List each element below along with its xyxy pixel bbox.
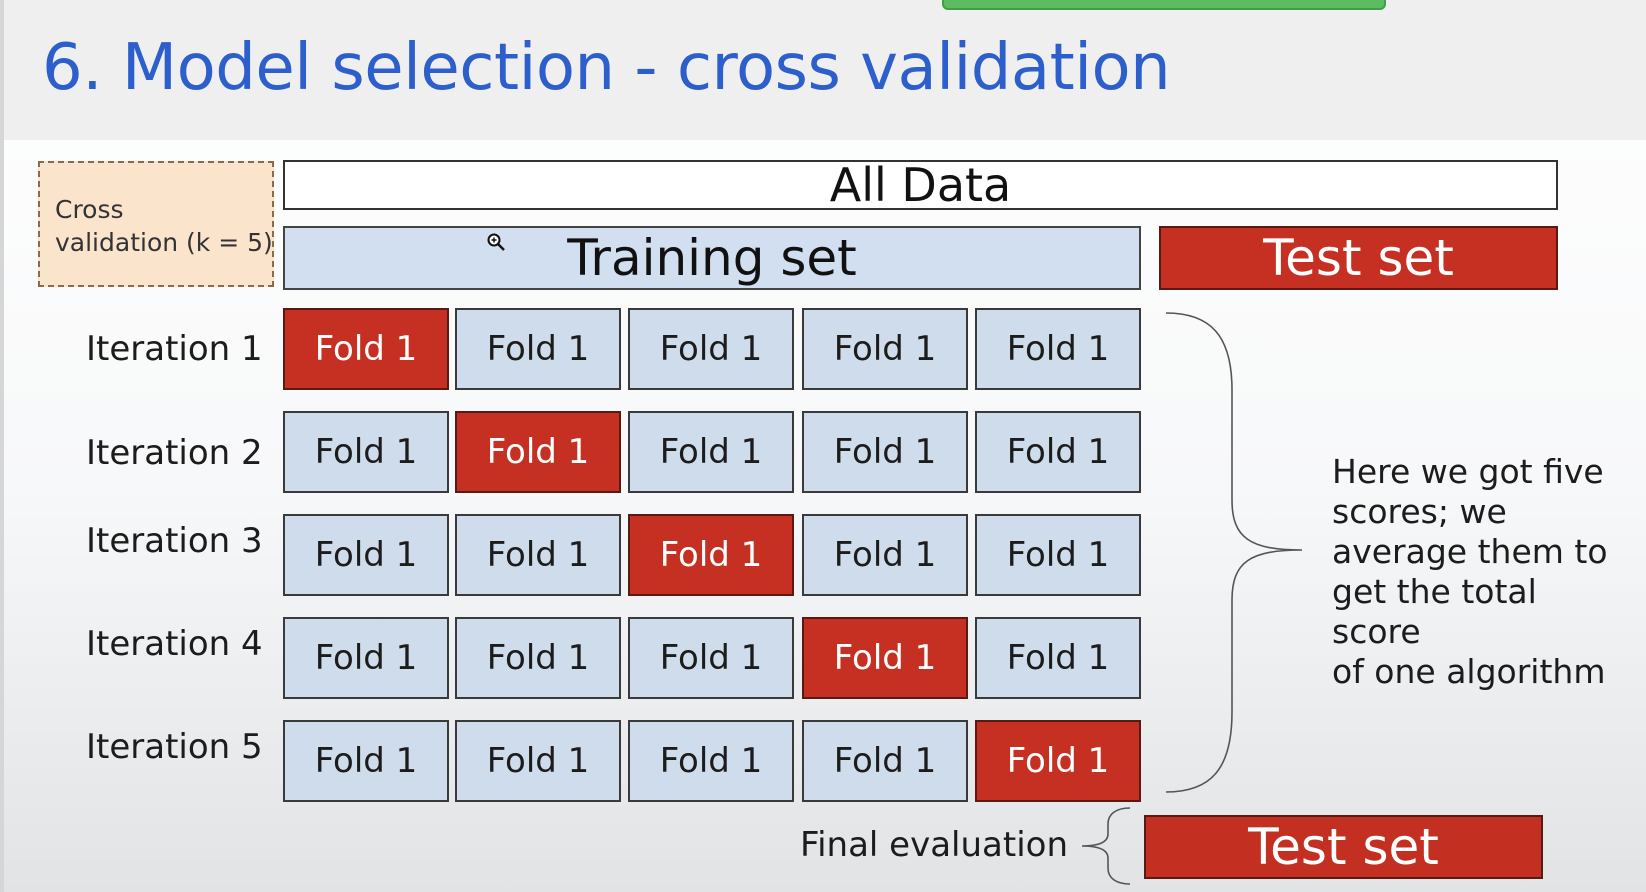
score-note-line-5: of one algorithm <box>1332 652 1606 691</box>
slide-left-edge <box>0 0 4 892</box>
fold-cell: Fold 1 <box>975 308 1141 390</box>
fold-cell: Fold 1 <box>455 617 621 699</box>
fold-cell: Fold 1 <box>802 308 968 390</box>
fold-cell-held-out: Fold 1 <box>455 411 621 493</box>
slide-title: 6. Model selection - cross validation <box>42 31 1171 105</box>
cv-note-line-1: Cross <box>55 195 124 224</box>
fold-cell: Fold 1 <box>802 720 968 802</box>
fold-cell: Fold 1 <box>283 514 449 596</box>
cross-validation-note: Cross validation (k = 5) <box>38 161 274 287</box>
fold-cell: Fold 1 <box>975 617 1141 699</box>
training-set-bar: Training set <box>283 226 1141 290</box>
fold-cell: Fold 1 <box>628 617 794 699</box>
final-test-set-bar: Test set <box>1144 815 1543 879</box>
fold-cell-held-out: Fold 1 <box>628 514 794 596</box>
fold-cell: Fold 1 <box>628 308 794 390</box>
test-set-bar: Test set <box>1159 226 1558 290</box>
iteration-label: Iteration 3 <box>86 521 263 561</box>
score-note-line-4: get the total score <box>1332 572 1537 651</box>
fold-cell-held-out: Fold 1 <box>975 720 1141 802</box>
fold-cell: Fold 1 <box>628 720 794 802</box>
final-evaluation-label: Final evaluation <box>800 825 1068 865</box>
fold-cell: Fold 1 <box>283 411 449 493</box>
zoom-cursor-icon <box>487 233 505 251</box>
fold-cell-held-out: Fold 1 <box>283 308 449 390</box>
fold-cell: Fold 1 <box>455 720 621 802</box>
score-note-line-1: Here we got five <box>1332 452 1604 491</box>
fold-cell: Fold 1 <box>802 411 968 493</box>
score-note: Here we got five scores; we average them… <box>1332 452 1632 692</box>
fold-cell: Fold 1 <box>283 720 449 802</box>
fold-cell: Fold 1 <box>455 514 621 596</box>
fold-cell: Fold 1 <box>802 514 968 596</box>
final-evaluation-brace <box>1081 807 1131 885</box>
iteration-label: Iteration 1 <box>86 329 263 369</box>
fold-cell: Fold 1 <box>283 617 449 699</box>
fold-cell: Fold 1 <box>975 514 1141 596</box>
iteration-label: Iteration 5 <box>86 727 263 767</box>
fold-cell: Fold 1 <box>455 308 621 390</box>
score-note-line-2: scores; we <box>1332 492 1507 531</box>
all-data-bar: All Data <box>283 158 1558 212</box>
green-tab <box>942 0 1386 10</box>
score-note-line-3: average them to <box>1332 532 1608 571</box>
fold-cell-held-out: Fold 1 <box>802 617 968 699</box>
fold-cell: Fold 1 <box>628 411 794 493</box>
iterations-brace <box>1165 312 1303 793</box>
iteration-label: Iteration 2 <box>86 433 263 473</box>
iteration-label: Iteration 4 <box>86 624 263 664</box>
fold-cell: Fold 1 <box>975 411 1141 493</box>
cv-note-line-2: validation (k = 5) <box>55 228 273 257</box>
